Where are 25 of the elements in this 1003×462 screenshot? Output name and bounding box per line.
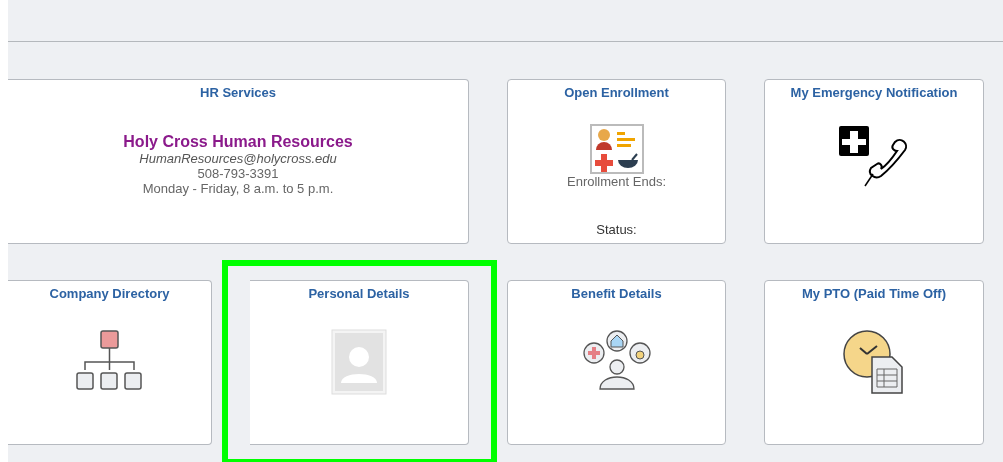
tile[interactable]: My Emergency Notification	[764, 79, 984, 244]
tile[interactable]: Personal Details	[250, 280, 469, 445]
tile-title: Benefit Details	[571, 286, 662, 301]
tile-title: HR Services	[200, 85, 276, 100]
benefits-person-icon	[581, 329, 652, 391]
tile-title: My PTO (Paid Time Off)	[802, 286, 946, 301]
avatar-placeholder-icon	[331, 329, 387, 395]
organization-name: Holy Cross Human Resources	[123, 133, 353, 151]
tile[interactable]: My PTO (Paid Time Off)	[764, 280, 984, 445]
hours-text: Monday - Friday, 8 a.m. to 5 p.m.	[142, 181, 334, 196]
status-label: Status:	[596, 222, 637, 237]
enrollment-ends-label: Enrollment Ends:	[567, 174, 666, 189]
tile-title: Personal Details	[308, 286, 410, 301]
clock-document-icon	[842, 329, 906, 395]
tile-title: My Emergency Notification	[790, 85, 958, 100]
tile[interactable]: HR Services Holy Cross Human Resources HumanResources@holycross.edu 508-793-3391 Monday - Friday, 8 a.m. to 5 p.m.	[8, 79, 469, 244]
phone-text: 508-793-3391	[197, 166, 279, 181]
tile[interactable]: Company Directory	[8, 280, 212, 445]
org-chart-icon	[74, 329, 145, 393]
tile-title: Open Enrollment	[564, 85, 669, 100]
tile[interactable]: Open Enrollment Enrollment Ends: Status:	[507, 79, 726, 244]
enrollment-icon	[589, 124, 644, 174]
email-text: HumanResources@holycross.edu	[139, 151, 337, 166]
tile[interactable]: Benefit Details	[507, 280, 726, 445]
tile-title: Company Directory	[49, 286, 170, 301]
